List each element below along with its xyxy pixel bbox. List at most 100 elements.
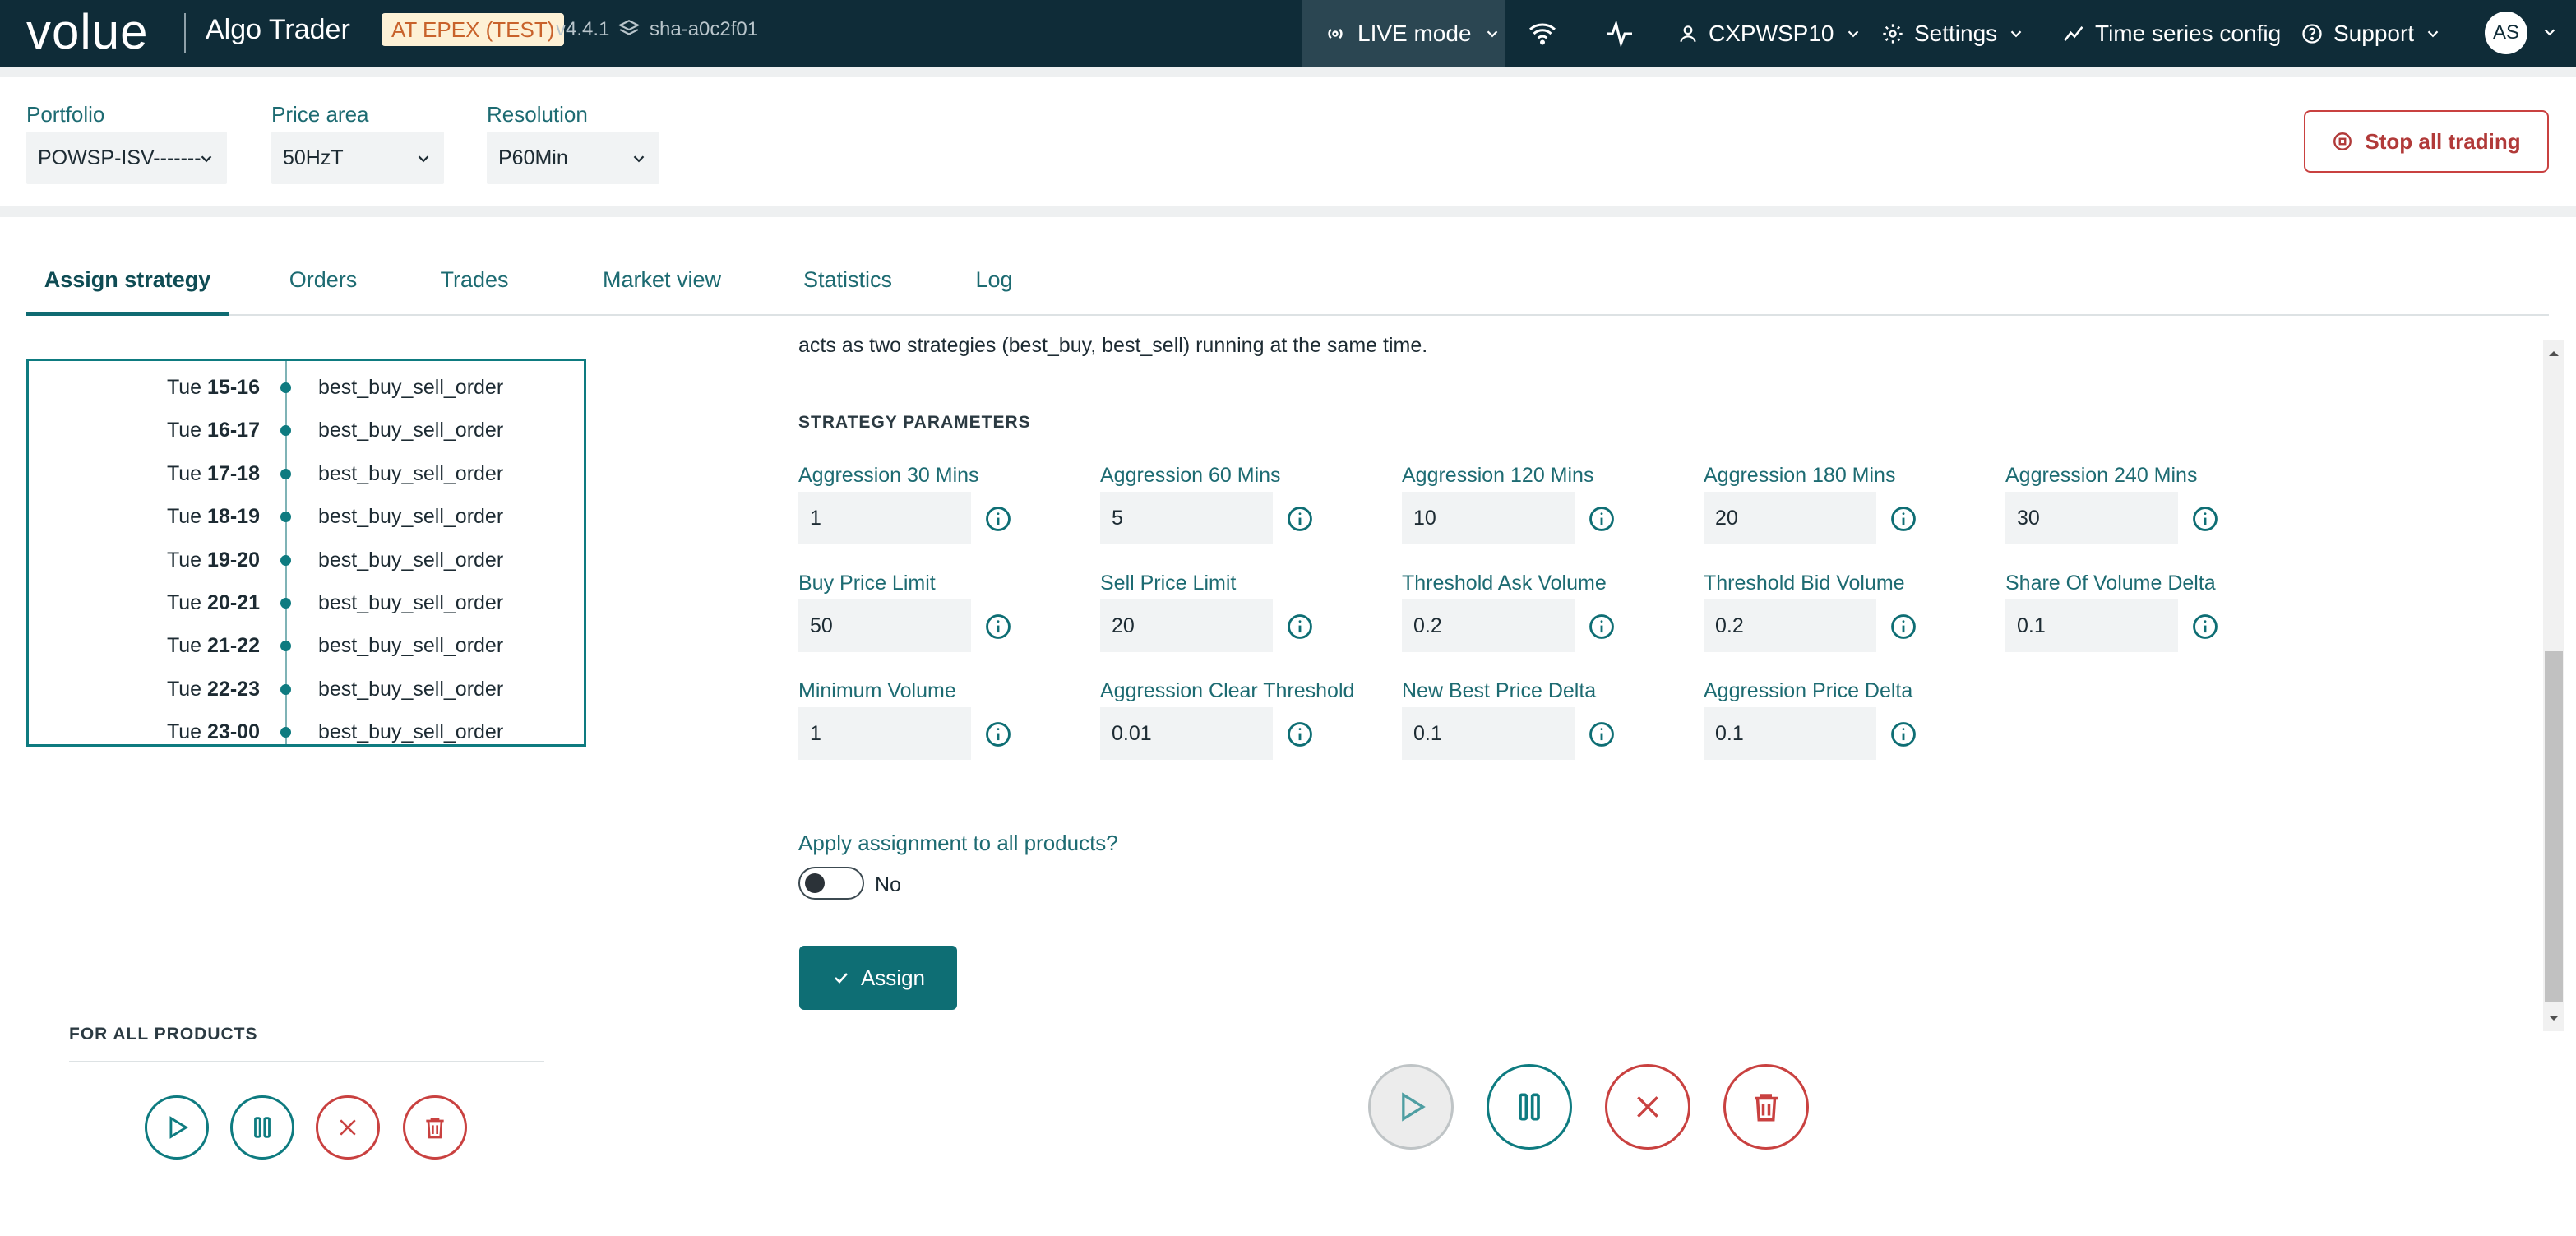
stop-all-trading-label: Stop all trading [2365,128,2521,154]
product-row[interactable]: Tue 20-21 best_buy_sell_order [29,581,584,624]
parameter-input[interactable] [798,599,971,652]
parameter-input[interactable] [1100,492,1273,544]
chevron-down-icon [1487,30,1497,38]
product-day: Tue [166,677,208,701]
info-icon[interactable] [1588,613,1616,641]
wifi-button[interactable] [1526,0,1559,67]
product-list: Tue 15-16 best_buy_sell_order Tue 16-17 bes… [26,359,586,747]
product-time: Tue 17-18 [167,452,260,495]
activity-button[interactable] [1603,0,1636,67]
pause-all-button[interactable] [230,1095,294,1160]
parameter-label: Aggression Price Delta [1704,679,1913,702]
header-divider [184,13,186,53]
info-icon[interactable] [1286,613,1314,641]
time-series-config-link[interactable]: Time series config [2062,0,2281,67]
apply-all-toggle[interactable] [798,867,864,900]
chevron-down-icon [633,155,645,163]
product-row[interactable]: Tue 17-18 best_buy_sell_order [29,452,584,495]
volue-logo[interactable]: volue [26,5,148,59]
product-day: Tue [166,376,208,399]
chevron-down-icon [2010,30,2022,38]
selector-panel: Portfolio POWSP-ISV------- Price area 50… [0,77,2576,206]
product-row[interactable]: Tue 23-00 best_buy_sell_order [29,711,584,744]
chevron-down-icon[interactable] [2541,23,2559,41]
assign-button[interactable]: Assign [799,946,957,1010]
product-strategy: best_buy_sell_order [318,461,504,485]
portfolio-select[interactable]: POWSP-ISV------- [26,132,227,184]
info-icon[interactable] [1889,505,1917,533]
info-icon[interactable] [1588,720,1616,748]
parameter-input[interactable] [1100,707,1273,760]
parameter-label: Share Of Volume Delta [2005,572,2216,595]
delete-all-button[interactable] [403,1095,467,1160]
tab-market-view[interactable]: Market view [576,250,748,316]
parameter-input[interactable] [798,492,971,544]
info-icon[interactable] [1889,613,1917,641]
price-area-select[interactable]: 50HzT [271,132,444,184]
close-icon [340,1119,356,1136]
live-mode-label: LIVE mode [1357,21,1472,46]
info-icon[interactable] [2191,613,2219,641]
info-icon[interactable] [1286,505,1314,533]
strategy-parameter: Aggression 180 Mins [1704,464,2000,554]
trash-icon [426,1118,444,1139]
main-panel: Assign strategy Orders Trades Market vie… [0,217,2576,1236]
cancel-all-button[interactable] [316,1095,380,1160]
parameter-input[interactable] [1704,707,1876,760]
info-icon[interactable] [984,505,1012,533]
product-row[interactable]: Tue 22-23 best_buy_sell_order [29,668,584,711]
info-icon[interactable] [984,613,1012,641]
start-all-button[interactable] [145,1095,209,1160]
info-icon[interactable] [1889,720,1917,748]
delete-button[interactable] [1723,1064,1809,1150]
parameter-input[interactable] [1704,599,1876,652]
scrollbar-thumb[interactable] [2545,651,2563,1002]
parameter-input[interactable] [1402,707,1575,760]
strategy-parameter: Share Of Volume Delta [2005,572,2301,662]
resolution-select[interactable]: P60Min [487,132,659,184]
play-icon [1402,1092,1426,1122]
info-icon[interactable] [1286,720,1314,748]
strategy-parameter: Threshold Bid Volume [1704,572,2000,662]
scroll-down-arrow-icon[interactable] [2546,1011,2562,1025]
product-row[interactable]: Tue 18-19 best_buy_sell_order [29,495,584,538]
tab-statistics[interactable]: Statistics [781,250,914,316]
user-dropdown[interactable]: CXPWSP10 [1677,0,1862,67]
tab-trades[interactable]: Trades [421,250,528,316]
check-icon [835,973,848,984]
parameter-input[interactable] [2005,599,2178,652]
product-strategy: best_buy_sell_order [318,677,504,701]
tab-assign-strategy[interactable]: Assign strategy [26,250,229,316]
pause-button[interactable] [1487,1064,1572,1150]
parameter-input[interactable] [2005,492,2178,544]
tab-orders[interactable]: Orders [270,250,377,316]
info-icon[interactable] [1588,505,1616,533]
info-icon[interactable] [2191,505,2219,533]
settings-dropdown[interactable]: Settings [1881,0,2025,67]
stop-all-trading-button[interactable]: Stop all trading [2304,110,2549,173]
tab-log[interactable]: Log [949,250,1039,316]
parameter-input[interactable] [1704,492,1876,544]
cancel-button[interactable] [1605,1064,1690,1150]
gear-icon [1883,24,1903,44]
product-row[interactable]: Tue 21-22 best_buy_sell_order [29,624,584,667]
parameter-input[interactable] [1100,599,1273,652]
info-icon[interactable] [984,720,1012,748]
line-chart-icon [2064,26,2083,41]
product-hours: 21-22 [207,634,260,658]
user-icon [1680,25,1696,43]
parameter-input[interactable] [1402,599,1575,652]
start-button[interactable] [1368,1064,1454,1150]
support-dropdown[interactable]: Support [2301,0,2442,67]
avatar[interactable]: AS [2485,12,2527,54]
product-strategy: best_buy_sell_order [318,376,504,399]
scroll-up-arrow-icon[interactable] [2546,347,2562,360]
product-hours: 20-21 [207,591,260,614]
live-mode-dropdown[interactable]: LIVE mode [1302,0,1505,67]
strategy-parameter: New Best Price Delta [1402,679,1698,770]
product-row[interactable]: Tue 15-16 best_buy_sell_order [29,366,584,409]
parameter-input[interactable] [798,707,971,760]
product-row[interactable]: Tue 19-20 best_buy_sell_order [29,539,584,581]
product-row[interactable]: Tue 16-17 best_buy_sell_order [29,409,584,451]
parameter-input[interactable] [1402,492,1575,544]
